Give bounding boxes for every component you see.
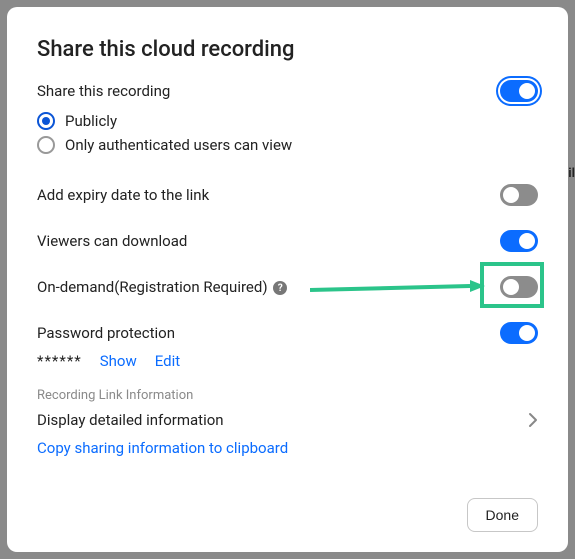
radio-publicly-label: Publicly (65, 112, 117, 130)
radio-auth-only[interactable]: Only authenticated users can view (37, 136, 538, 154)
chevron-right-icon (528, 412, 538, 428)
share-recording-label: Share this recording (37, 82, 170, 100)
expiry-toggle[interactable] (500, 184, 538, 206)
share-recording-row: Share this recording (37, 80, 538, 102)
share-visibility-radios: Publicly Only authenticated users can vi… (37, 106, 538, 158)
ondemand-toggle[interactable] (500, 276, 538, 298)
share-recording-dialog: Share this cloud recording Share this re… (7, 7, 568, 552)
recording-link-heading: Recording Link Information (37, 388, 538, 403)
display-detailed-info-row[interactable]: Display detailed information (37, 411, 538, 429)
password-label: Password protection (37, 324, 175, 342)
ondemand-row: On-demand(Registration Required) ? (37, 276, 538, 298)
share-recording-toggle[interactable] (500, 80, 538, 102)
expiry-label: Add expiry date to the link (37, 186, 209, 204)
help-icon[interactable]: ? (273, 281, 287, 295)
password-mask: ****** (37, 352, 82, 370)
download-label: Viewers can download (37, 232, 187, 250)
expiry-row: Add expiry date to the link (37, 184, 538, 206)
background-text-fragment: il (568, 166, 575, 181)
download-toggle[interactable] (500, 230, 538, 252)
copy-sharing-info-link[interactable]: Copy sharing information to clipboard (37, 439, 538, 457)
ondemand-label-wrap: On-demand(Registration Required) ? (37, 278, 287, 296)
password-row: Password protection (37, 322, 538, 344)
ondemand-label: On-demand(Registration Required) (37, 278, 268, 296)
password-toggle[interactable] (500, 322, 538, 344)
password-edit-link[interactable]: Edit (155, 352, 180, 370)
radio-publicly-indicator (37, 112, 55, 130)
done-button[interactable]: Done (467, 498, 538, 532)
radio-publicly[interactable]: Publicly (37, 112, 538, 130)
dialog-title: Share this cloud recording (37, 37, 538, 62)
download-row: Viewers can download (37, 230, 538, 252)
password-show-link[interactable]: Show (100, 352, 137, 370)
password-controls: ****** Show Edit (37, 352, 538, 370)
dialog-footer: Done (37, 498, 538, 532)
display-detailed-info-label: Display detailed information (37, 411, 224, 429)
radio-auth-only-label: Only authenticated users can view (65, 136, 292, 154)
radio-auth-only-indicator (37, 136, 55, 154)
